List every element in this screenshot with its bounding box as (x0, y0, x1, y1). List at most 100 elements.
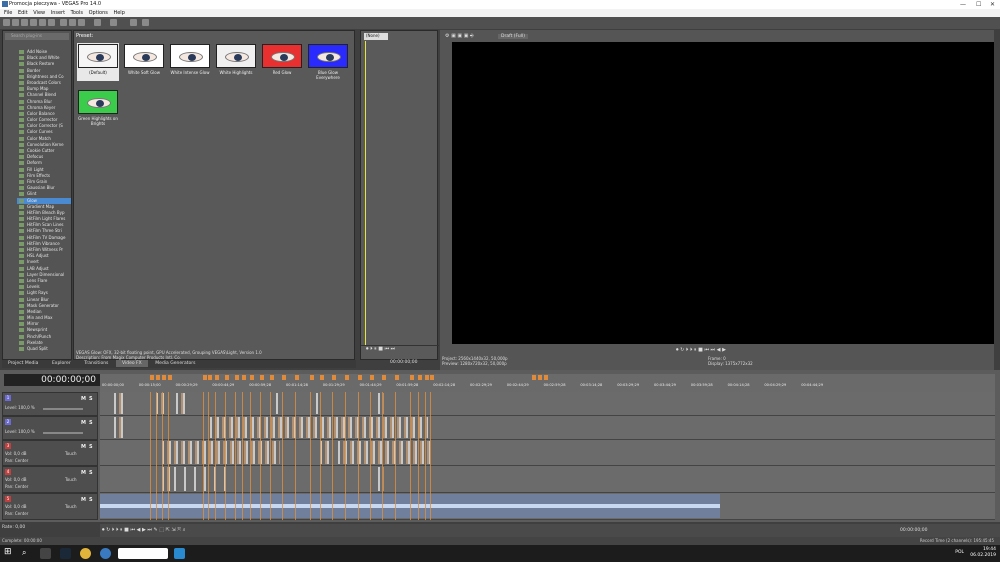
new-project-icon[interactable] (3, 19, 10, 26)
plugin-icon[interactable] (130, 19, 137, 26)
solo-button[interactable]: S (89, 470, 93, 476)
marker-flag-icon[interactable] (168, 375, 172, 380)
trimmer-selector[interactable]: (None) (364, 33, 388, 40)
transport-controls-icon[interactable]: ⏺ ↻ ⏵ ⏵ ⏸ ■ ⏮ ◀ ▶ ⏭ ✎ ⬚ ⇱ ⇲ ⤧ ⌕ (102, 527, 186, 533)
marker-flag-icon[interactable] (208, 375, 212, 380)
clock[interactable]: 19:44 06.02.2019 (970, 547, 996, 559)
tab-transitions[interactable]: Transitions (78, 360, 114, 367)
marker-flag-icon[interactable] (332, 375, 336, 380)
solo-button[interactable]: S (89, 420, 93, 426)
solo-button[interactable]: S (89, 444, 93, 450)
marker-flag-icon[interactable] (532, 375, 536, 380)
preview-toolbar-icons[interactable]: ⚙ ▣ ▣ ▣ ⎆ (445, 33, 474, 39)
help-icon[interactable] (142, 19, 149, 26)
preset-item[interactable]: Green Highlights on Brights (77, 89, 119, 127)
marker-flag-icon[interactable] (282, 375, 286, 380)
video-clip[interactable] (378, 467, 384, 491)
marker-flag-icon[interactable] (370, 375, 374, 380)
close-button[interactable]: ✕ (990, 1, 995, 8)
marker-flag-icon[interactable] (162, 375, 166, 380)
tab-project-media[interactable]: Project Media (2, 360, 44, 367)
solo-button[interactable]: S (89, 396, 93, 402)
chrome-icon[interactable] (80, 548, 91, 559)
track-header[interactable]: 5 M S Vol: 0,0 dB Touch Pan: Center (2, 493, 98, 520)
undo-icon[interactable] (94, 19, 101, 26)
mute-button[interactable]: M (81, 497, 86, 503)
steam-icon[interactable] (60, 548, 71, 559)
preset-item[interactable]: White Soft Glow (123, 43, 165, 81)
menu-help[interactable]: Help (113, 10, 124, 16)
level-slider[interactable] (43, 432, 83, 434)
marker-flag-icon[interactable] (156, 375, 160, 380)
plugin-item[interactable]: Quad Split (17, 346, 71, 352)
video-clip[interactable] (114, 393, 126, 414)
marker-flag-icon[interactable] (430, 375, 434, 380)
marker-flag-icon[interactable] (544, 375, 548, 380)
save-icon[interactable] (21, 19, 28, 26)
preset-item[interactable]: Red Glow (261, 43, 303, 81)
marker-flag-icon[interactable] (345, 375, 349, 380)
menu-tools[interactable]: Tools (71, 10, 83, 16)
level-slider[interactable] (43, 408, 83, 410)
video-clip[interactable] (320, 441, 332, 464)
copy-icon[interactable] (69, 19, 76, 26)
paste-icon[interactable] (78, 19, 85, 26)
redo-icon[interactable] (110, 19, 117, 26)
track-header[interactable]: 4 M S Vol: 0,0 dB Touch Pan: Center (2, 466, 98, 493)
timeline-ruler[interactable]: 00:00:00;00 00:00:15;00 00:00:29;29 00:00:4… (100, 374, 995, 392)
menu-edit[interactable]: Edit (18, 10, 28, 16)
marker-flag-icon[interactable] (425, 375, 429, 380)
marker-flag-icon[interactable] (203, 375, 207, 380)
mute-button[interactable]: M (81, 470, 86, 476)
marker-flag-icon[interactable] (410, 375, 414, 380)
video-clip[interactable] (338, 441, 430, 464)
menu-file[interactable]: File (4, 10, 12, 16)
video-clip[interactable] (174, 467, 178, 491)
minimize-button[interactable]: — (960, 1, 966, 8)
marker-flag-icon[interactable] (225, 375, 229, 380)
menu-insert[interactable]: Insert (51, 10, 65, 16)
preset-item[interactable]: White Intense Glow (169, 43, 211, 81)
marker-flag-icon[interactable] (310, 375, 314, 380)
cut-icon[interactable] (60, 19, 67, 26)
video-clip[interactable] (114, 417, 126, 438)
marker-flag-icon[interactable] (358, 375, 362, 380)
video-clip[interactable] (378, 393, 384, 414)
tab-explorer[interactable]: Explorer (46, 360, 77, 367)
video-clip[interactable] (276, 393, 280, 414)
video-clip[interactable] (176, 393, 188, 414)
mute-button[interactable]: M (81, 420, 86, 426)
start-icon[interactable]: ⊞ (4, 547, 15, 558)
marker-flag-icon[interactable] (235, 375, 239, 380)
menu-options[interactable]: Options (89, 10, 108, 16)
track-header[interactable]: 2 M S Level: 100,0 % (2, 416, 98, 440)
marker-flag-icon[interactable] (215, 375, 219, 380)
marker-flag-icon[interactable] (418, 375, 422, 380)
menu-view[interactable]: View (33, 10, 45, 16)
preset-item[interactable]: Blue Glow Everywhere (307, 43, 349, 81)
marker-flag-icon[interactable] (150, 375, 154, 380)
automation-mode[interactable]: Touch (65, 477, 76, 482)
track-header[interactable]: 3 M S Vol: 0,0 dB Touch Pan: Center (2, 440, 98, 466)
preview-transport-icons[interactable]: ⏺ ↻ ⏵ ⏵ ⏸ ■ ⏮ ⏭ ◀ ▶ (676, 347, 726, 353)
tab-video-fx[interactable]: Video FX (115, 360, 148, 367)
open-icon[interactable] (12, 19, 19, 26)
preset-item[interactable]: White Highlights (215, 43, 257, 81)
plugin-search-input[interactable]: Search plug-ins (5, 33, 69, 40)
marker-flag-icon[interactable] (382, 375, 386, 380)
marker-flag-icon[interactable] (242, 375, 246, 380)
automation-mode[interactable]: Touch (65, 451, 76, 456)
search-icon[interactable]: ⌕ (22, 548, 33, 559)
marker-flag-icon[interactable] (250, 375, 254, 380)
marker-flag-icon[interactable] (295, 375, 299, 380)
mute-button[interactable]: M (81, 396, 86, 402)
marker-flag-icon[interactable] (538, 375, 542, 380)
video-clip[interactable] (184, 467, 188, 491)
marker-flag-icon[interactable] (320, 375, 324, 380)
trimmer-play-controls-icon[interactable]: ⏺ ⏵ ⏸ ■ ⏮ ⏭ (366, 346, 395, 352)
mute-button[interactable]: M (81, 444, 86, 450)
tab-media-generators[interactable]: Media Generators (149, 360, 201, 367)
preset-item[interactable]: (Default) (77, 43, 119, 81)
preview-quality-select[interactable]: Draft (Full) (498, 34, 528, 39)
keyboard-language[interactable]: POL (955, 550, 964, 555)
